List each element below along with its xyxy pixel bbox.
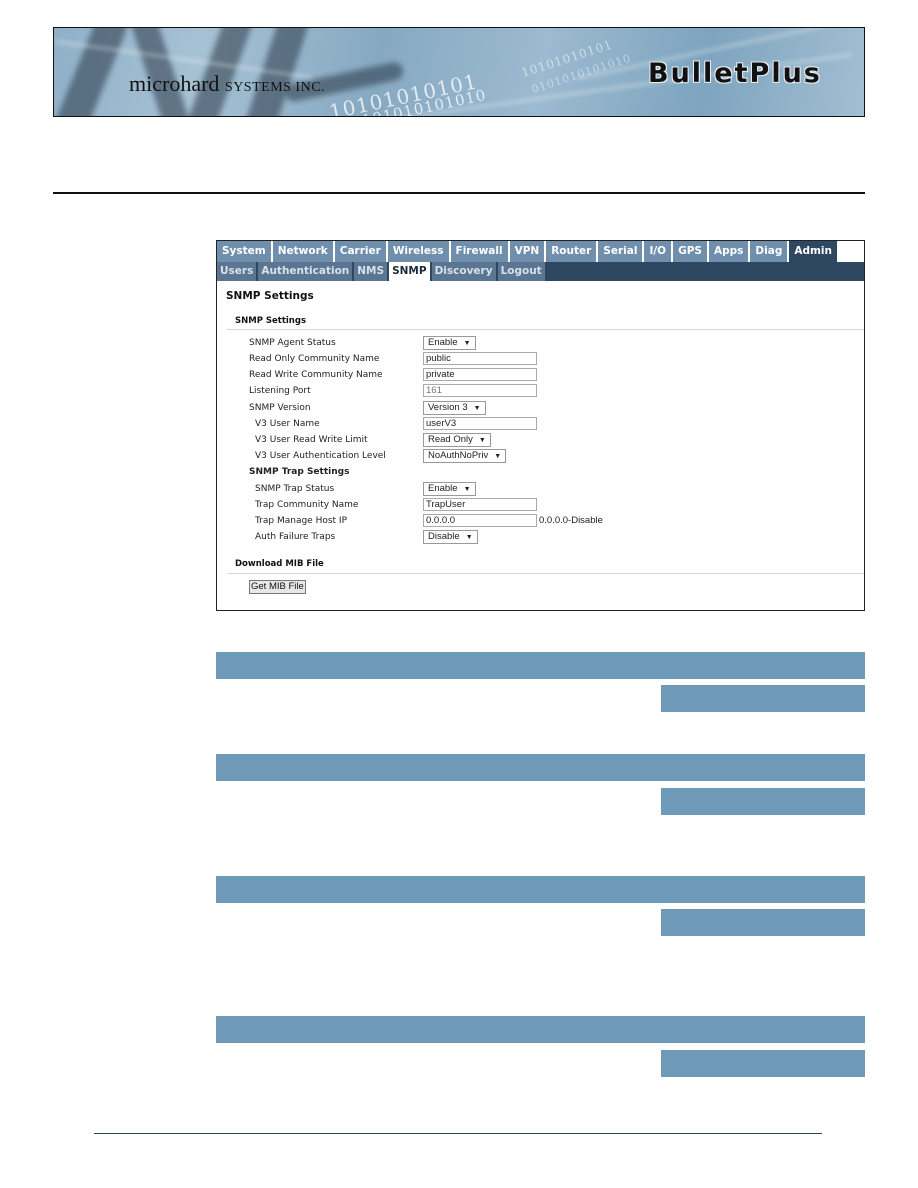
trap-host-ip-input[interactable]: 0.0.0.0 [423, 514, 537, 527]
select-value: NoAuthNoPriv [428, 450, 489, 461]
dropdown-arrow-icon: ▼ [465, 534, 473, 541]
field-label: Trap Manage Host IP [255, 516, 348, 526]
tab-vpn[interactable]: VPN [509, 241, 547, 262]
tab-wireless[interactable]: Wireless [387, 241, 451, 262]
select-value: Version 3 [428, 402, 468, 413]
snmp-version-select[interactable]: Version 3 ▼ [423, 401, 486, 415]
tab-router[interactable]: Router [546, 241, 599, 262]
table-header-bar [216, 754, 865, 781]
field-snmp-version: SNMP Version Version 3 ▼ [217, 401, 864, 415]
subtab-discovery[interactable]: Discovery [431, 262, 498, 281]
ro-community-input[interactable]: public [423, 352, 537, 365]
field-trap-host-ip: Trap Manage Host IP 0.0.0.0 0.0.0.0-Disa… [217, 514, 864, 528]
table-value-bar [661, 909, 865, 936]
get-mib-file-button[interactable]: Get MIB File [249, 580, 306, 594]
table-header-bar [216, 876, 865, 903]
admin-sub-tabs: Users Authentication NMS SNMP Discovery Logou… [217, 262, 864, 281]
field-v3-rw-limit: V3 User Read Write Limit Read Only ▼ [217, 433, 864, 447]
dropdown-arrow-icon: ▼ [494, 453, 502, 460]
section-divider [227, 573, 864, 574]
product-name: BulletPlus [648, 58, 822, 89]
trap-status-select[interactable]: Enable ▼ [423, 482, 476, 496]
subsection-title: SNMP Trap Settings [249, 467, 350, 477]
table-header-bar [216, 652, 865, 679]
main-nav-tabs: System Network Carrier Wireless Firewall VPN R… [217, 241, 864, 262]
tab-apps[interactable]: Apps [709, 241, 751, 262]
subtab-logout[interactable]: Logout [497, 262, 547, 281]
field-rw-community: Read Write Community Name private [217, 368, 864, 382]
field-label: SNMP Version [249, 403, 311, 413]
select-value: Read Only [428, 434, 473, 445]
v3-rw-limit-select[interactable]: Read Only ▼ [423, 433, 491, 447]
section-title-snmp-settings: SNMP Settings [235, 316, 307, 326]
field-auth-failure-traps: Auth Failure Traps Disable ▼ [217, 530, 864, 544]
page-title: SNMP Settings [226, 290, 314, 302]
tab-gps[interactable]: GPS [673, 241, 709, 262]
field-v3-auth-level: V3 User Authentication Level NoAuthNoPri… [217, 449, 864, 463]
v3-user-name-input[interactable]: userV3 [423, 417, 537, 430]
company-logo: microhard SYSTEMS INC. [129, 71, 325, 97]
table-value-bar [661, 685, 865, 712]
header-divider [53, 192, 865, 194]
dropdown-arrow-icon: ▼ [473, 405, 481, 412]
agent-status-select[interactable]: Enable ▼ [423, 336, 476, 350]
section-divider [227, 329, 864, 330]
trap-settings-heading: SNMP Trap Settings [217, 465, 864, 479]
tab-serial[interactable]: Serial [598, 241, 645, 262]
select-value: Enable [428, 337, 458, 348]
field-listening-port: Listening Port 161 [217, 384, 864, 398]
field-ro-community: Read Only Community Name public [217, 352, 864, 366]
subtab-users[interactable]: Users [217, 262, 259, 281]
field-label: Trap Community Name [255, 500, 359, 510]
tab-admin[interactable]: Admin [789, 241, 840, 262]
trap-community-input[interactable]: TrapUser [423, 498, 537, 511]
field-agent-status: SNMP Agent Status Enable ▼ [217, 336, 864, 350]
table-value-bar [661, 788, 865, 815]
trap-host-ip-hint: 0.0.0.0-Disable [539, 515, 603, 526]
dropdown-arrow-icon: ▼ [463, 486, 471, 493]
field-label: Read Write Community Name [249, 370, 383, 380]
dropdown-arrow-icon: ▼ [463, 340, 471, 347]
field-label: V3 User Read Write Limit [255, 435, 368, 445]
rw-community-input[interactable]: private [423, 368, 537, 381]
tab-system[interactable]: System [217, 241, 273, 262]
v3-auth-level-select[interactable]: NoAuthNoPriv ▼ [423, 449, 507, 463]
snmp-settings-screenshot: System Network Carrier Wireless Firewall VPN R… [216, 240, 865, 611]
field-label: V3 User Name [255, 419, 320, 429]
field-label: SNMP Agent Status [249, 338, 336, 348]
tab-i-o[interactable]: I/O [644, 241, 674, 262]
auth-failure-traps-select[interactable]: Disable ▼ [423, 530, 478, 544]
field-label: SNMP Trap Status [255, 484, 335, 494]
select-value: Enable [428, 483, 458, 494]
select-value: Disable [428, 531, 460, 542]
company-name: microhard [129, 71, 220, 96]
table-header-bar [216, 1016, 865, 1043]
section-title-download-mib: Download MIB File [235, 559, 324, 569]
field-trap-community: Trap Community Name TrapUser [217, 498, 864, 512]
company-suffix: SYSTEMS INC. [224, 80, 326, 95]
subtab-nms[interactable]: NMS [354, 262, 390, 281]
subtab-authentication[interactable]: Authentication [258, 262, 355, 281]
field-label: Read Only Community Name [249, 354, 380, 364]
footer-divider [94, 1133, 822, 1134]
listening-port-input[interactable]: 161 [423, 384, 537, 397]
tab-firewall[interactable]: Firewall [450, 241, 510, 262]
header-banner: 10101010101 0101010101010 10101010101 01… [53, 27, 865, 117]
dropdown-arrow-icon: ▼ [478, 437, 486, 444]
subtab-snmp[interactable]: SNMP [389, 262, 432, 281]
tab-network[interactable]: Network [272, 241, 335, 262]
field-label: Auth Failure Traps [255, 532, 336, 542]
field-trap-status: SNMP Trap Status Enable ▼ [217, 482, 864, 496]
field-v3-user-name: V3 User Name userV3 [217, 417, 864, 431]
tab-diag[interactable]: Diag [750, 241, 790, 262]
field-label: Listening Port [249, 386, 311, 396]
table-value-bar [661, 1050, 865, 1077]
tab-carrier[interactable]: Carrier [334, 241, 388, 262]
field-label: V3 User Authentication Level [255, 451, 386, 461]
